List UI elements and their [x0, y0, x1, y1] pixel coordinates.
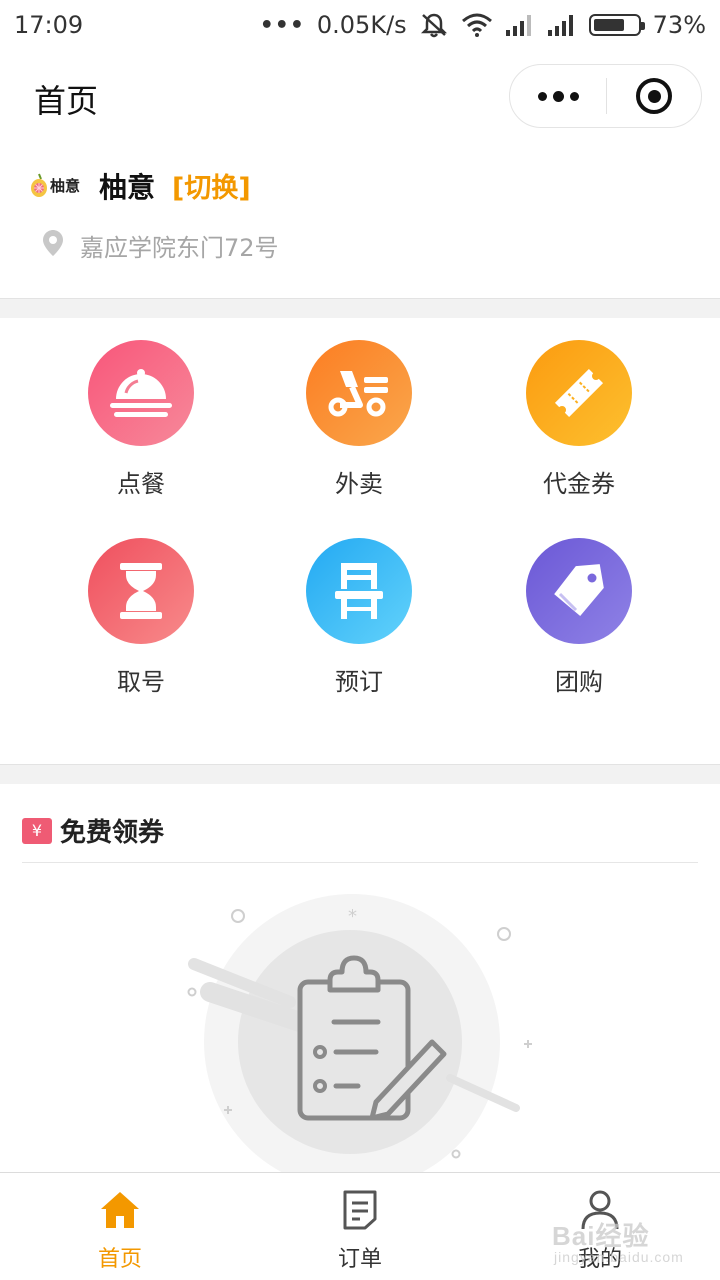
miniprogram-capsule [509, 64, 702, 128]
grid-icon-circle [88, 538, 194, 644]
grid-icon-circle [526, 340, 632, 446]
grid-label: 预订 [335, 668, 383, 696]
grid-label: 点餐 [117, 470, 165, 498]
grid-label: 代金券 [543, 470, 615, 498]
coupon-yen-icon: ¥ [22, 817, 52, 844]
food-cloche-icon [110, 369, 172, 417]
battery-percent: 73% [652, 11, 706, 39]
store-logo: 柚意 [30, 168, 82, 202]
location-pin-icon [43, 230, 63, 256]
battery-icon [588, 14, 645, 36]
svg-text:*: * [348, 906, 357, 927]
status-bar: 17:09 ••• 0.05K/s 73% [0, 0, 720, 50]
grapefruit-icon [31, 173, 47, 197]
tab-orders[interactable]: 订单 [240, 1173, 480, 1280]
more-dot-icon [569, 91, 579, 101]
nav-header: 首页 [0, 50, 720, 142]
status-time: 17:09 [14, 11, 84, 39]
tab-label: 订单 [337, 1247, 382, 1272]
store-info: 柚意 柚意 [切换] 嘉应学院东门72号 [0, 152, 720, 298]
section-title: 免费领券 [60, 818, 165, 848]
status-right: ••• 0.05K/s 73% [260, 11, 706, 39]
grid-label: 团购 [555, 668, 603, 696]
switch-store-button[interactable]: [切换] [172, 166, 251, 205]
grid-item-group-buy[interactable]: 团购 [489, 538, 669, 708]
group-buy-tag-icon [554, 564, 604, 616]
more-menu-button[interactable] [510, 65, 606, 127]
home-icon [98, 1189, 142, 1231]
watermark: Bai经验 jingyan.baidu.com [552, 1216, 684, 1265]
close-miniprogram-button[interactable] [607, 65, 701, 127]
free-coupon-section: ¥ 免费领券 * [0, 784, 720, 1172]
voucher-ticket-icon [554, 368, 604, 418]
signal-icon [547, 14, 577, 36]
section-divider-line [22, 862, 698, 863]
grid-icon-circle [88, 340, 194, 446]
mute-vibrate-icon [419, 11, 449, 39]
tab-label: 首页 [97, 1247, 142, 1272]
network-speed: 0.05K/s [316, 11, 407, 39]
signal-icon [505, 14, 535, 36]
grid-label: 外卖 [335, 470, 383, 498]
target-circle-icon [636, 78, 672, 114]
store-name: 柚意 [99, 171, 156, 204]
more-dots-icon: ••• [259, 12, 305, 38]
watermark-text: Bai经验 [552, 1221, 650, 1251]
grid-item-order-food[interactable]: 点餐 [51, 340, 231, 510]
watermark-sub: jingyan.baidu.com [554, 1249, 684, 1265]
grid-icon-circle [306, 340, 412, 446]
page-title: 首页 [34, 82, 99, 120]
section-divider [0, 298, 720, 318]
order-document-icon [338, 1189, 382, 1231]
delivery-scooter-icon [328, 371, 388, 417]
hourglass-icon [120, 563, 162, 619]
grid-item-reserve[interactable]: 预订 [269, 538, 449, 708]
grid-item-delivery[interactable]: 外卖 [269, 340, 449, 510]
store-address: 嘉应学院东门72号 [80, 234, 279, 262]
tab-home[interactable]: 首页 [0, 1173, 240, 1280]
section-header: ¥ 免费领券 [22, 812, 164, 849]
wifi-icon [461, 13, 493, 37]
store-logo-text: 柚意 [50, 176, 81, 195]
grid-label: 取号 [117, 668, 165, 696]
function-grid: 点餐 外卖 代金券 取号 预订 团购 [0, 318, 720, 764]
reserve-chair-icon [335, 563, 383, 619]
grid-item-take-number[interactable]: 取号 [51, 538, 231, 708]
grid-icon-circle [526, 538, 632, 644]
more-dot-icon [537, 91, 547, 101]
grid-icon-circle [306, 538, 412, 644]
grid-item-voucher[interactable]: 代金券 [489, 340, 669, 510]
section-divider [0, 764, 720, 784]
more-dot-icon [552, 90, 564, 102]
empty-clipboard-icon: * [187, 894, 532, 1172]
